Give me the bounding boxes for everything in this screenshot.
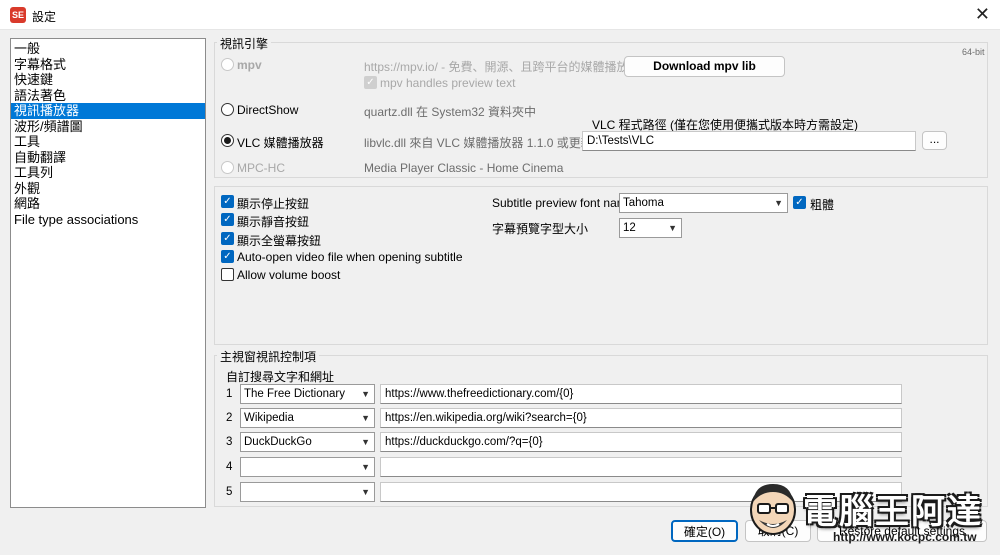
sidebar-item-shortcuts[interactable]: 快速鍵	[11, 72, 205, 88]
row-number: 3	[226, 436, 233, 448]
directshow-label: DirectShow	[237, 103, 299, 117]
mpv-preview-checkbox[interactable]: ✓	[364, 76, 377, 89]
row-number: 4	[226, 461, 233, 473]
mpchc-description: Media Player Classic - Home Cinema	[364, 161, 564, 175]
browse-vlc-path-button[interactable]: ...	[922, 131, 947, 150]
auto-open-video-checkbox[interactable]: ✓	[221, 250, 234, 263]
search-engine-dropdown[interactable]: Wikipedia ▼	[240, 408, 375, 428]
sidebar-item-network[interactable]: 網路	[11, 196, 205, 212]
show-fullscreen-label: 顯示全螢幕按鈕	[237, 234, 322, 248]
vlc-description: libvlc.dll 來自 VLC 媒體播放器 1.1.0 或更新	[364, 136, 593, 150]
close-icon[interactable]: ✕	[975, 4, 990, 25]
bitness-badge: 64-bit	[962, 47, 985, 57]
main-window-controls-legend: 主視窗視訊控制項	[217, 348, 320, 365]
chevron-down-icon: ▼	[361, 413, 370, 423]
chevron-down-icon: ▼	[774, 198, 783, 208]
sidebar-item-file-type-associations[interactable]: File type associations	[11, 212, 205, 228]
font-size-dropdown[interactable]: 12 ▼	[619, 218, 682, 238]
sidebar-item-waveform[interactable]: 波形/頻譜圖	[11, 119, 205, 135]
sidebar-item-video-player[interactable]: 視訊播放器	[11, 103, 205, 119]
directshow-description: quartz.dll 在 System32 資料夾中	[364, 105, 537, 119]
watermark-text: 電腦王阿達	[803, 493, 983, 531]
sidebar-item-subtitle-formats[interactable]: 字幕格式	[11, 57, 205, 73]
search-engine-dropdown[interactable]: The Free Dictionary ▼	[240, 384, 375, 404]
mascot-logo	[750, 484, 796, 535]
chevron-down-icon: ▼	[361, 437, 370, 447]
watermark: 電腦王阿達 http://www.kocpc.com.tw	[745, 478, 995, 550]
search-engine-name: The Free Dictionary	[244, 388, 345, 400]
chevron-down-icon: ▼	[361, 462, 370, 472]
sidebar-item-toolbar[interactable]: 工具列	[11, 165, 205, 181]
show-stop-label: 顯示停止按鈕	[237, 197, 310, 211]
auto-open-video-label: Auto-open video file when opening subtit…	[237, 250, 463, 264]
download-mpv-button[interactable]: Download mpv lib	[624, 56, 785, 77]
mpchc-radio[interactable]	[221, 161, 234, 174]
mpchc-label: MPC-HC	[237, 161, 285, 175]
search-url-input[interactable]: https://www.thefreedictionary.com/{0}	[380, 384, 902, 404]
show-fullscreen-checkbox[interactable]: ✓	[221, 232, 234, 245]
search-engine-name: DuckDuckGo	[244, 436, 312, 448]
mpv-radio[interactable]	[221, 58, 234, 71]
app-logo-icon: SE	[10, 7, 26, 23]
show-stop-checkbox[interactable]: ✓	[221, 195, 234, 208]
window-title: 設定	[32, 10, 57, 24]
font-name-value: Tahoma	[623, 197, 664, 209]
sidebar-item-syntax-coloring[interactable]: 語法著色	[11, 88, 205, 104]
sidebar-item-appearance[interactable]: 外觀	[11, 181, 205, 197]
font-name-dropdown[interactable]: Tahoma ▼	[619, 193, 788, 213]
search-engine-name: Wikipedia	[244, 412, 294, 424]
show-mute-checkbox[interactable]: ✓	[221, 213, 234, 226]
font-name-label: Subtitle preview font name	[492, 196, 634, 210]
settings-category-list[interactable]: 一般 字幕格式 快速鍵 語法著色 視訊播放器 波形/頻譜圖 工具 自動翻譯 工具…	[10, 38, 206, 508]
video-engine-legend: 視訊引擎	[217, 35, 272, 52]
row-number: 1	[226, 388, 233, 400]
search-engine-dropdown[interactable]: DuckDuckGo ▼	[240, 432, 375, 452]
row-number: 2	[226, 412, 233, 424]
vlc-label: VLC 媒體播放器	[237, 136, 324, 150]
show-mute-label: 顯示靜音按鈕	[237, 215, 310, 229]
chevron-down-icon: ▼	[668, 223, 677, 233]
font-size-value: 12	[623, 222, 636, 234]
row-number: 5	[226, 486, 233, 498]
search-engine-dropdown[interactable]: ▼	[240, 482, 375, 502]
mpv-label: mpv	[237, 58, 262, 72]
volume-boost-label: Allow volume boost	[237, 268, 341, 282]
chevron-down-icon: ▼	[361, 389, 370, 399]
mpv-description: https://mpv.io/ - 免費、開源、且跨平台的媒體播放器	[364, 60, 641, 74]
sidebar-item-tools[interactable]: 工具	[11, 134, 205, 150]
title-bar: SE 設定 ✕	[0, 0, 1000, 30]
chevron-down-icon: ▼	[361, 487, 370, 497]
search-url-input[interactable]: https://duckduckgo.com/?q={0}	[380, 432, 902, 452]
sidebar-item-auto-translate[interactable]: 自動翻譯	[11, 150, 205, 166]
search-url-input[interactable]: https://en.wikipedia.org/wiki?search={0}	[380, 408, 902, 428]
bold-checkbox[interactable]: ✓	[793, 196, 806, 209]
search-url-input[interactable]	[380, 457, 902, 477]
vlc-radio[interactable]	[221, 134, 234, 147]
bold-label: 粗體	[810, 198, 835, 212]
directshow-radio[interactable]	[221, 103, 234, 116]
volume-boost-checkbox[interactable]	[221, 268, 234, 281]
custom-search-label: 自訂搜尋文字和網址	[226, 370, 335, 384]
ok-button[interactable]: 確定(O)	[671, 520, 738, 542]
sidebar-item-general[interactable]: 一般	[11, 41, 205, 57]
watermark-url: http://www.kocpc.com.tw	[833, 530, 977, 544]
font-size-label: 字幕預覽字型大小	[492, 222, 589, 236]
search-engine-dropdown[interactable]: ▼	[240, 457, 375, 477]
mpv-preview-label: mpv handles preview text	[380, 76, 516, 90]
vlc-path-input[interactable]: D:\Tests\VLC	[582, 131, 916, 151]
